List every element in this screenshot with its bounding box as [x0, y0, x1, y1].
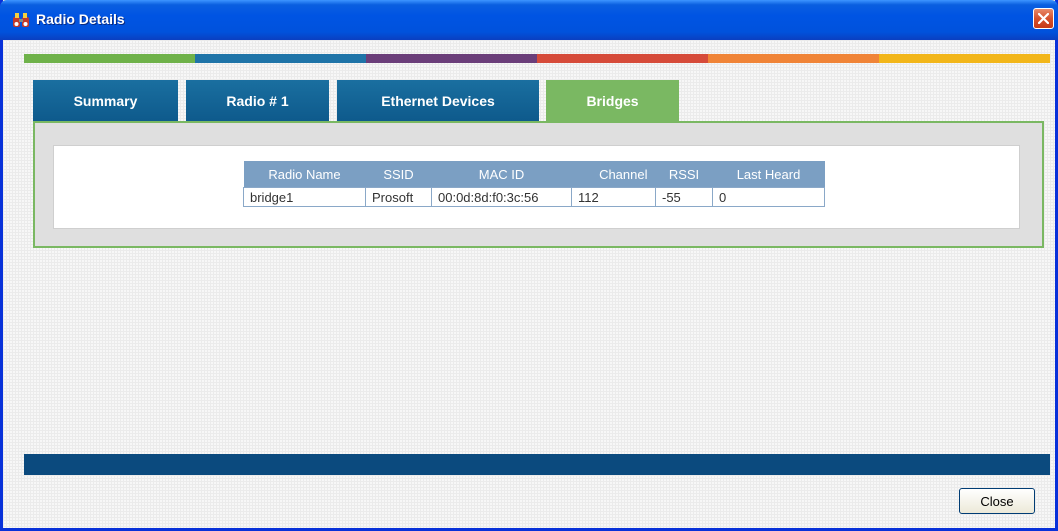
stripe-segment: [195, 54, 366, 63]
cell-last-heard: 0: [712, 187, 825, 207]
stripe-segment: [708, 54, 879, 63]
radio-details-window: Radio Details Summary Radio # 1 Ethernet…: [0, 0, 1058, 531]
bridges-panel: Radio Name SSID MAC ID Channel RSSI Last…: [33, 121, 1044, 248]
stripe-segment: [366, 54, 537, 63]
close-button[interactable]: Close: [959, 488, 1035, 514]
bridges-table: Radio Name SSID MAC ID Channel RSSI Last…: [243, 161, 825, 207]
title-bar[interactable]: Radio Details: [0, 0, 1058, 40]
column-header-mac-id[interactable]: MAC ID: [431, 161, 572, 188]
footer-bar: [24, 454, 1050, 475]
stripe-segment: [537, 54, 708, 63]
column-header-last-heard[interactable]: Last Heard: [712, 161, 825, 188]
dialog-content: Summary Radio # 1 Ethernet Devices Bridg…: [3, 40, 1055, 528]
tab-radio-1-label: Radio # 1: [226, 92, 289, 109]
binoculars-icon: [12, 12, 30, 28]
column-header-channel[interactable]: Channel: [571, 161, 656, 188]
tab-bridges-label: Bridges: [586, 92, 639, 109]
tab-ethernet-devices[interactable]: Ethernet Devices: [337, 80, 539, 121]
table-row[interactable]: bridge1 Prosoft 00:0d:8d:f0:3c:56 112 -5…: [243, 187, 825, 207]
tab-summary[interactable]: Summary: [33, 80, 178, 121]
stripe-segment: [24, 54, 195, 63]
cell-ssid: Prosoft: [365, 187, 432, 207]
cell-mac-id: 00:0d:8d:f0:3c:56: [431, 187, 572, 207]
column-header-rssi[interactable]: RSSI: [655, 161, 713, 188]
cell-rssi: -55: [655, 187, 713, 207]
column-header-radio-name[interactable]: Radio Name: [243, 161, 366, 188]
tab-summary-label: Summary: [73, 92, 138, 109]
close-icon[interactable]: [1033, 8, 1054, 29]
column-header-ssid[interactable]: SSID: [365, 161, 432, 188]
table-header-row: Radio Name SSID MAC ID Channel RSSI Last…: [243, 161, 825, 188]
tab-bridges[interactable]: Bridges: [546, 80, 679, 121]
window-title: Radio Details: [36, 11, 125, 27]
tab-radio-1[interactable]: Radio # 1: [186, 80, 329, 121]
color-stripe-bar: [24, 54, 1050, 63]
bridges-table-container: Radio Name SSID MAC ID Channel RSSI Last…: [53, 145, 1020, 229]
cell-radio-name: bridge1: [243, 187, 366, 207]
cell-channel: 112: [571, 187, 656, 207]
stripe-segment: [879, 54, 1050, 63]
tab-ethernet-devices-label: Ethernet Devices: [381, 92, 495, 109]
